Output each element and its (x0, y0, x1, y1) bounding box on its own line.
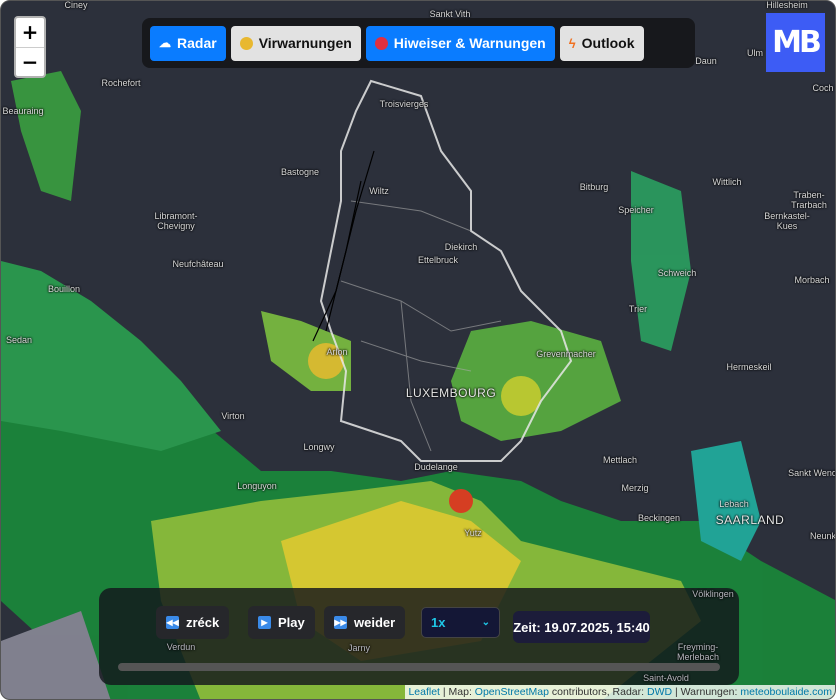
town-label: LUXEMBOURG (405, 386, 497, 400)
tab-outlook[interactable]: ϟ Outlook (559, 25, 644, 61)
attr-text: | Warnungen: (672, 686, 741, 698)
town-label: Ettelbruck (417, 255, 459, 265)
town-label: Wiltz (369, 186, 389, 196)
town-label: Yutz (464, 528, 482, 538)
forward-button[interactable]: ▶▶ weider (324, 606, 406, 639)
town-label: Sedan (5, 335, 33, 345)
town-label: Lebach (719, 499, 749, 509)
zoom-control: + − (14, 16, 46, 78)
speed-value: 1x (431, 615, 446, 630)
town-label: SAARLAND (715, 513, 785, 527)
map-container[interactable]: Sankt Vith Hillesheim Daun Rochefort Bea… (0, 0, 836, 700)
fast-forward-icon: ▶▶ (334, 616, 347, 629)
tab-label: Outlook (581, 35, 635, 51)
town-label: Merzig (621, 483, 649, 493)
town-label: Diekirch (444, 242, 478, 252)
town-label: Arlon (326, 347, 348, 357)
town-label: Dudelange (414, 462, 458, 472)
town-label: Rochefort (101, 78, 141, 88)
town-label: Jarny (347, 643, 371, 653)
town-label: Verdun (166, 642, 196, 652)
lightning-icon: ϟ (568, 35, 576, 51)
chevron-down-icon: ⌄ (481, 617, 490, 628)
leaflet-link[interactable]: Leaflet (408, 686, 440, 698)
play-button[interactable]: ▶ Play (248, 606, 315, 639)
town-label: Morbach (794, 275, 830, 285)
town-label: Hermeskeil (726, 362, 772, 372)
rewind-icon: ◀◀ (166, 616, 179, 629)
attribution: Leaflet | Map: OpenStreetMap contributor… (405, 685, 835, 699)
playback-controls: ◀◀ zréck ▶ Play ▶▶ weider 1x ⌄ Zeit: 19.… (99, 588, 739, 685)
town-label: Neunk (809, 531, 836, 541)
time-display: Zeit: 19.07.2025, 15:40 (513, 611, 650, 643)
town-label: Saint-Avold (643, 673, 689, 683)
red-dot-icon (374, 36, 388, 50)
town-label: Speicher (618, 205, 654, 215)
town-label: Beckingen (637, 513, 681, 523)
attr-text: contributors, Radar: (548, 686, 647, 698)
tab-radar[interactable]: ☁ Radar (150, 25, 226, 61)
site-link[interactable]: meteoboulaide.com (740, 686, 832, 698)
speed-select[interactable]: 1x ⌄ (421, 607, 500, 638)
town-label: Bernkastel-Kues (764, 211, 810, 231)
back-button[interactable]: ◀◀ zréck (156, 606, 230, 639)
back-label: zréck (186, 615, 220, 630)
tab-label: Hiweiser & Warnungen (393, 35, 546, 51)
osm-link[interactable]: OpenStreetMap (475, 686, 549, 698)
town-label: Völklingen (692, 589, 734, 599)
town-label: Virton (221, 411, 245, 421)
town-label: Freyming-Merlebach (676, 642, 720, 662)
zoom-out-button[interactable]: − (16, 47, 44, 76)
town-label: Hillesheim (766, 0, 808, 10)
town-label: Mettlach (602, 455, 638, 465)
storm-tracks (312, 150, 375, 342)
town-label: Ciney (64, 0, 88, 10)
town-label: Sankt Wendel (788, 468, 835, 478)
forward-label: weider (354, 615, 396, 630)
cloud-rain-icon: ☁ (159, 36, 171, 50)
tab-label: Radar (177, 35, 217, 51)
tab-virwarnungen[interactable]: Virwarnungen (230, 25, 361, 61)
town-label: Beauraing (2, 106, 44, 116)
town-label: Wittlich (712, 177, 742, 187)
yellow-dot-icon (239, 36, 253, 50)
town-label: Daun (695, 56, 717, 66)
town-label: Libramont-Chevigny (154, 211, 198, 231)
town-label: Coch (812, 83, 834, 93)
play-icon: ▶ (258, 616, 271, 629)
zoom-in-button[interactable]: + (16, 18, 44, 47)
town-label: Bouillon (47, 284, 81, 294)
radar-cell (501, 376, 541, 416)
layer-tabs: ☁ Radar Virwarnungen Hiweiser & Warnunge… (142, 18, 695, 68)
town-label: Grevenmacher (536, 349, 596, 359)
time-slider[interactable] (118, 663, 720, 671)
radar-cell (631, 171, 691, 351)
town-label: Trier (628, 304, 648, 314)
town-label: Neufchâteau (172, 259, 224, 269)
town-label: Traben-Trarbach (791, 190, 827, 210)
dwd-link[interactable]: DWD (647, 686, 672, 698)
town-label: Schweich (657, 268, 697, 278)
radar-cell (449, 489, 473, 513)
play-label: Play (278, 615, 305, 630)
attr-text: | Map: (439, 686, 475, 698)
town-label: Troisvierges (379, 99, 429, 109)
radar-cell (1, 261, 221, 451)
town-label: Longuyon (237, 481, 277, 491)
radar-cell (451, 321, 621, 441)
town-label: Bitburg (579, 182, 609, 192)
town-label: Bastogne (280, 167, 320, 177)
town-label: Longwy (303, 442, 335, 452)
tab-hiweiser-warnungen[interactable]: Hiweiser & Warnungen (365, 25, 555, 61)
meteoboulaide-logo[interactable]: MB (766, 13, 825, 72)
town-label: Ulm (747, 48, 763, 58)
radar-cell (11, 71, 81, 201)
tab-label: Virwarnungen (258, 35, 352, 51)
